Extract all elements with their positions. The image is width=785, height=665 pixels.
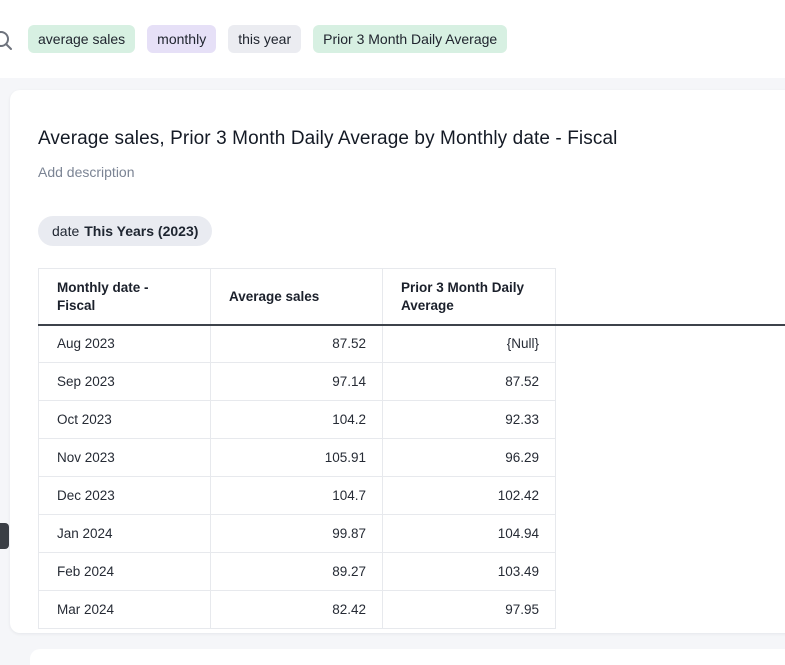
value-cell: 104.94 — [383, 515, 556, 553]
date-cell: Dec 2023 — [39, 477, 211, 515]
left-edge-indicator — [0, 523, 9, 549]
date-cell: Sep 2023 — [39, 363, 211, 401]
date-cell: Feb 2024 — [39, 553, 211, 591]
value-cell: 104.2 — [211, 401, 383, 439]
value-cell: 104.7 — [211, 477, 383, 515]
table-body: Aug 202387.52{Null}Sep 202397.1487.52Oct… — [39, 325, 556, 629]
header-underline — [38, 324, 785, 326]
add-description-button[interactable]: Add description — [38, 162, 135, 182]
table-row[interactable]: Jan 202499.87104.94 — [39, 515, 556, 553]
date-cell: Mar 2024 — [39, 591, 211, 629]
search-tokens[interactable]: average sales monthly this year Prior 3 Mon… — [28, 0, 507, 78]
search-token[interactable]: average sales — [28, 25, 135, 53]
table-row[interactable]: Dec 2023104.7102.42 — [39, 477, 556, 515]
date-cell: Aug 2023 — [39, 325, 211, 363]
value-cell: 92.33 — [383, 401, 556, 439]
table-row[interactable]: Mar 202482.4297.95 — [39, 591, 556, 629]
table-header-row: Monthly date - Fiscal Average sales Prio… — [39, 269, 556, 325]
bottom-card-edge — [30, 649, 785, 665]
table-row[interactable]: Feb 202489.27103.49 — [39, 553, 556, 591]
date-cell: Nov 2023 — [39, 439, 211, 477]
answer-card: Average sales, Prior 3 Month Daily Avera… — [10, 90, 785, 633]
value-cell: 96.29 — [383, 439, 556, 477]
value-cell: {Null} — [383, 325, 556, 363]
filter-chip-value: This Years (2023) — [84, 223, 198, 239]
value-cell: 89.27 — [211, 553, 383, 591]
search-token[interactable]: Prior 3 Month Daily Average — [313, 25, 507, 53]
column-header-average-sales[interactable]: Average sales — [211, 269, 383, 325]
search-bar[interactable]: average sales monthly this year Prior 3 Mon… — [0, 0, 785, 78]
value-cell: 102.42 — [383, 477, 556, 515]
table-row[interactable]: Sep 202397.1487.52 — [39, 363, 556, 401]
value-cell: 97.95 — [383, 591, 556, 629]
filter-chip-date[interactable]: date This Years (2023) — [38, 216, 212, 246]
search-token[interactable]: monthly — [147, 25, 216, 53]
search-token[interactable]: this year — [228, 25, 301, 53]
column-header-monthly-date[interactable]: Monthly date - Fiscal — [39, 269, 211, 325]
value-cell: 82.42 — [211, 591, 383, 629]
value-cell: 97.14 — [211, 363, 383, 401]
value-cell: 87.52 — [211, 325, 383, 363]
value-cell: 103.49 — [383, 553, 556, 591]
value-cell: 105.91 — [211, 439, 383, 477]
search-icon — [0, 28, 14, 52]
results-table-container: Monthly date - Fiscal Average sales Prio… — [38, 268, 785, 629]
column-header-prior-3-month[interactable]: Prior 3 Month Daily Average — [383, 269, 556, 325]
table-row[interactable]: Aug 202387.52{Null} — [39, 325, 556, 363]
results-table: Monthly date - Fiscal Average sales Prio… — [38, 268, 556, 629]
answer-title: Average sales, Prior 3 Month Daily Avera… — [38, 126, 785, 152]
filter-chip-label: date — [52, 223, 79, 239]
date-cell: Oct 2023 — [39, 401, 211, 439]
table-row[interactable]: Oct 2023104.292.33 — [39, 401, 556, 439]
date-cell: Jan 2024 — [39, 515, 211, 553]
value-cell: 87.52 — [383, 363, 556, 401]
value-cell: 99.87 — [211, 515, 383, 553]
table-row[interactable]: Nov 2023105.9196.29 — [39, 439, 556, 477]
